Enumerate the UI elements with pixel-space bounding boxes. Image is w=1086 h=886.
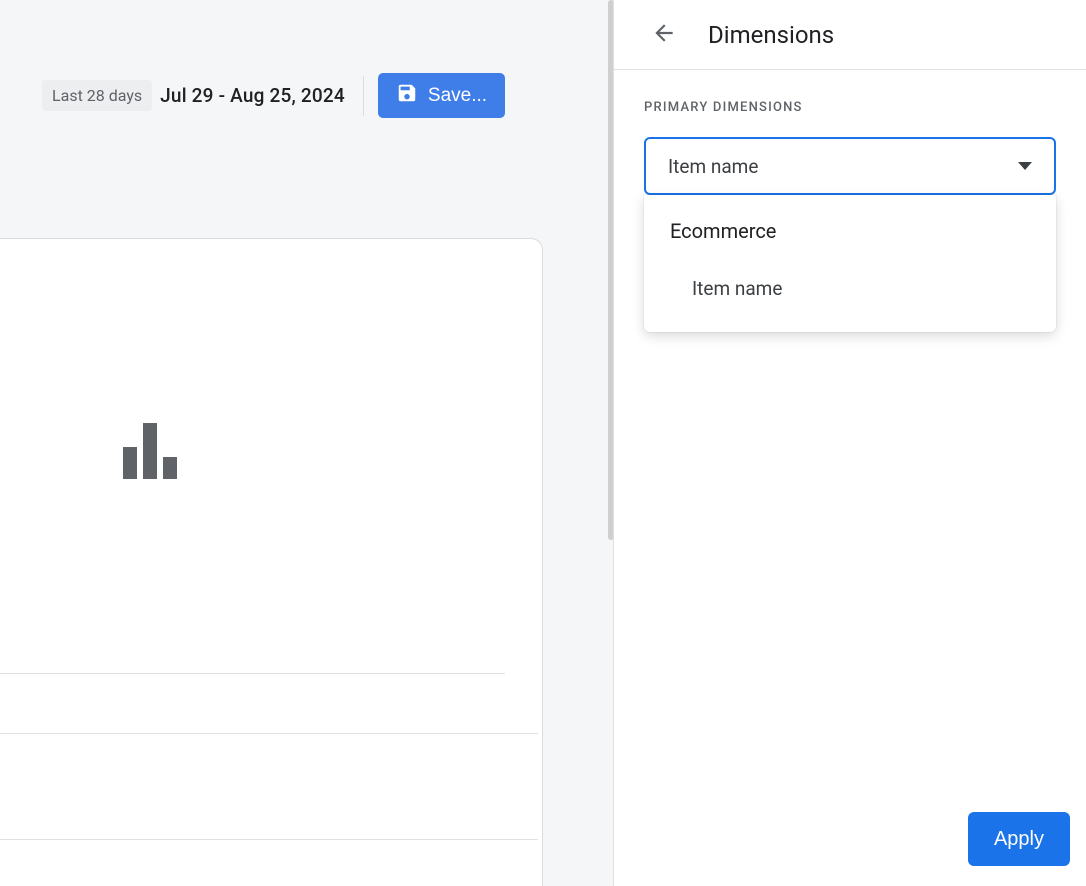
vertical-divider	[363, 76, 364, 116]
save-icon	[396, 82, 418, 110]
divider	[0, 673, 505, 674]
divider	[0, 733, 538, 734]
save-button-label: Save...	[428, 85, 487, 107]
main-area: Last 28 days Jul 29 - Aug 25, 2024 Save.…	[0, 0, 610, 886]
arrow-left-icon	[651, 20, 677, 49]
select-value: Item name	[668, 155, 758, 178]
divider	[0, 839, 538, 840]
chart-loading-icon	[123, 423, 183, 479]
date-range-text[interactable]: Jul 29 - Aug 25, 2024	[160, 84, 345, 107]
chevron-down-icon	[1018, 162, 1032, 170]
panel-body: PRIMARY DIMENSIONS Item name Ecommerce I…	[614, 70, 1086, 332]
primary-dimension-select[interactable]: Item name	[644, 137, 1056, 195]
dimensions-panel: Dimensions PRIMARY DIMENSIONS Item name …	[614, 0, 1086, 886]
bar-icon	[123, 447, 137, 479]
dropdown-item-item-name[interactable]: Item name	[644, 259, 1056, 318]
save-button[interactable]: Save...	[378, 73, 505, 118]
panel-title: Dimensions	[708, 21, 834, 49]
panel-header: Dimensions	[614, 0, 1086, 70]
bar-icon	[143, 423, 157, 479]
chart-card	[0, 238, 543, 886]
report-topbar: Last 28 days Jul 29 - Aug 25, 2024 Save.…	[0, 73, 610, 118]
dropdown-group-ecommerce[interactable]: Ecommerce	[644, 203, 1056, 259]
date-range-chip[interactable]: Last 28 days	[42, 80, 152, 111]
apply-button[interactable]: Apply	[968, 812, 1070, 866]
primary-dimensions-label: PRIMARY DIMENSIONS	[644, 100, 1056, 115]
back-button[interactable]	[644, 15, 684, 55]
bar-icon	[163, 457, 177, 479]
dimension-dropdown: Ecommerce Item name	[644, 195, 1056, 332]
